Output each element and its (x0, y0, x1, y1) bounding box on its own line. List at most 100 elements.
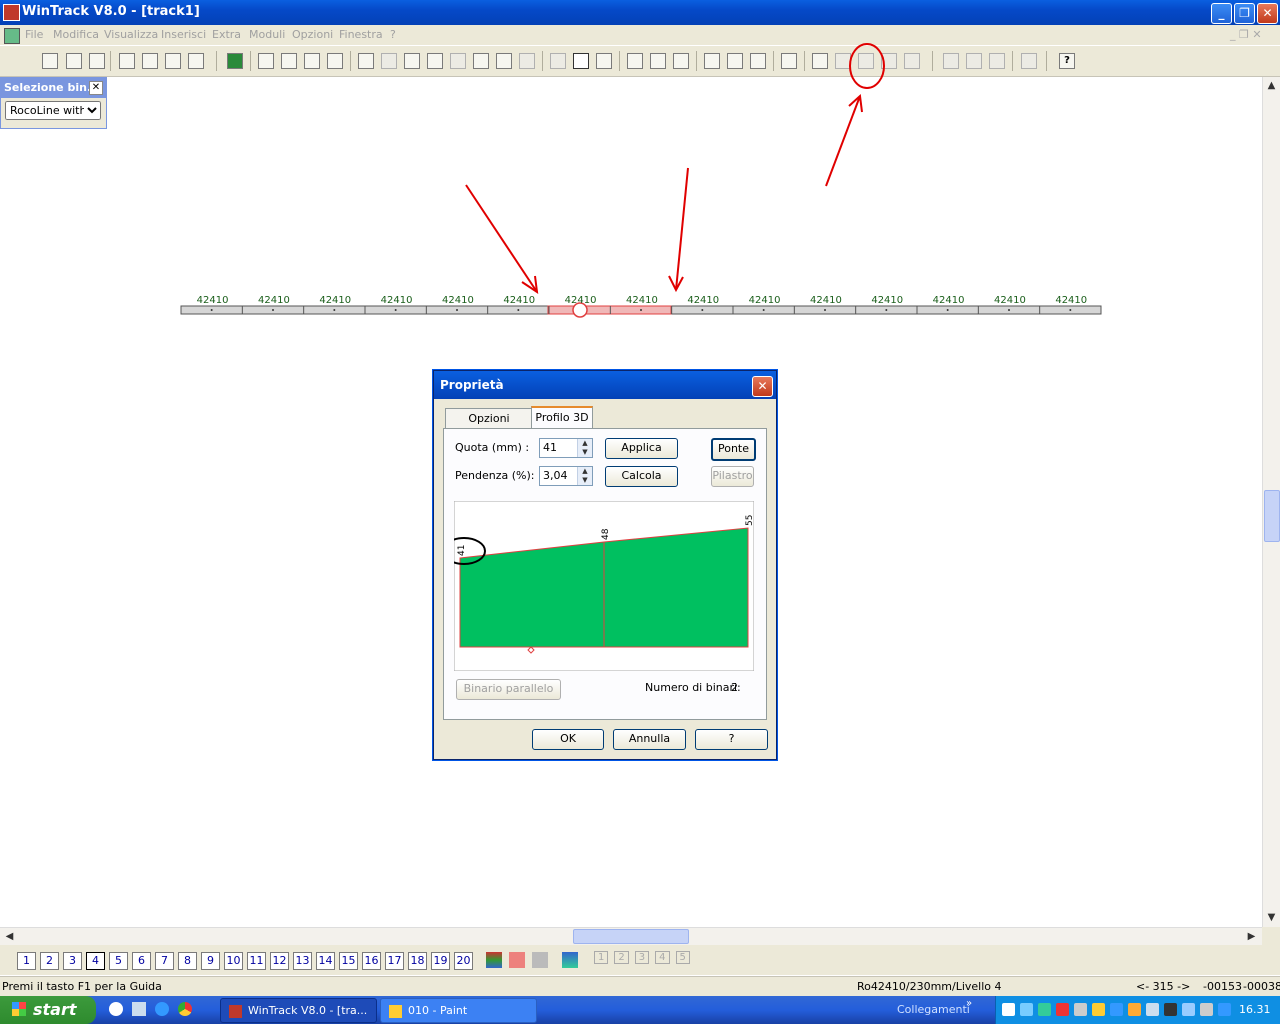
pendenza-spinner[interactable]: ▲ ▼ (577, 467, 592, 485)
tray-icon[interactable] (1182, 1003, 1195, 1016)
tray-icon[interactable] (1056, 1003, 1069, 1016)
properties-dialog: Proprietà ✕ Opzioni generali Profilo 3D … (433, 370, 777, 760)
links-chevron-icon[interactable]: » (966, 998, 972, 1009)
status-angle: <- 315 -> (1136, 980, 1191, 993)
level-button-1[interactable]: 1 (17, 952, 36, 970)
pilastro-button: Pilastro (711, 466, 754, 487)
track-segment-label: 42410 (810, 295, 842, 306)
ponte-button[interactable]: Ponte (711, 438, 756, 461)
horizontal-scroll-thumb[interactable] (573, 929, 689, 944)
tray-icon[interactable] (1200, 1003, 1213, 1016)
ok-button[interactable]: OK (532, 729, 604, 750)
selection-panel: Selezione bin... ✕ RocoLine witho (0, 77, 107, 129)
scroll-up-icon[interactable]: ▲ (1264, 78, 1279, 93)
quota-input[interactable]: 41 ▲ ▼ (539, 438, 593, 458)
track-center-dot (824, 309, 826, 311)
track-segment-label: 42410 (687, 295, 720, 306)
level-button-8[interactable]: 8 (178, 952, 197, 970)
track-segment-label: 42410 (380, 295, 413, 306)
system-tray: 16.31 (995, 996, 1280, 1024)
status-track-info: Ro42410/230mm/Livello 4 (857, 980, 1002, 993)
dialog-title-bar: Proprietà ✕ (434, 371, 776, 399)
scroll-left-icon[interactable]: ◀ (2, 929, 17, 944)
quicklaunch-ie-icon[interactable] (155, 1002, 169, 1016)
level-button-18[interactable]: 18 (408, 952, 427, 970)
tab-opzioni-generali[interactable]: Opzioni generali (445, 408, 533, 444)
level-button-15[interactable]: 15 (339, 952, 358, 970)
level-button-13[interactable]: 13 (293, 952, 312, 970)
level-button-11[interactable]: 11 (247, 952, 266, 970)
level-button-10[interactable]: 10 (224, 952, 243, 970)
numero-binari-label: Numero di binari: (645, 681, 741, 694)
close-icon[interactable]: ✕ (89, 81, 103, 95)
track-center-dot (517, 309, 520, 311)
clock: 16.31 (1239, 1003, 1271, 1016)
track-segment-label: 42410 (258, 295, 290, 306)
quicklaunch-chrome-icon[interactable] (178, 1002, 192, 1016)
task-wintrack[interactable]: WinTrack V8.0 - [tra... (220, 998, 377, 1023)
layer-remove-icon[interactable] (509, 952, 525, 968)
status-bar: Premi il tasto F1 per la Guida Ro42410/2… (0, 976, 1280, 997)
task-paint[interactable]: 010 - Paint (380, 998, 537, 1023)
layers-stack-icon[interactable] (562, 952, 578, 968)
track-segment-label: 42410 (932, 295, 965, 306)
pendenza-label: Pendenza (%): (455, 469, 535, 482)
scroll-right-icon[interactable]: ▶ (1244, 929, 1259, 944)
tray-icon[interactable] (1146, 1003, 1159, 1016)
help-button[interactable]: ? (695, 729, 768, 750)
paint-task-icon (389, 1004, 402, 1018)
annulla-button[interactable]: Annulla (613, 729, 686, 750)
links-toolbar[interactable]: Collegamenti (897, 1003, 970, 1016)
level-button-5[interactable]: 5 (109, 952, 128, 970)
tray-icon[interactable] (1038, 1003, 1051, 1016)
level-button-6[interactable]: 6 (132, 952, 151, 970)
quota-spinner[interactable]: ▲ ▼ (577, 439, 592, 457)
profile-graph: 41 48 55 (454, 501, 754, 671)
dialog-close-button[interactable]: ✕ (752, 376, 773, 397)
level-button-14[interactable]: 14 (316, 952, 335, 970)
track-segment-label: 42410 (1055, 295, 1088, 306)
quicklaunch-desktop-icon[interactable] (132, 1002, 146, 1016)
level-button-19[interactable]: 19 (431, 952, 450, 970)
tray-icon[interactable] (1092, 1003, 1105, 1016)
status-x: -00153 (1203, 980, 1242, 993)
track-segment-label: 42410 (626, 295, 658, 306)
profile-label-mid: 48 (601, 528, 611, 540)
track-center-dot (885, 309, 888, 311)
level-button-3[interactable]: 3 (63, 952, 82, 970)
level-button-17[interactable]: 17 (385, 952, 404, 970)
tray-icon[interactable] (1002, 1003, 1015, 1016)
disabled-page-buttons: 12345 (594, 951, 704, 968)
quota-label: Quota (mm) : (455, 441, 530, 454)
tray-icon[interactable] (1128, 1003, 1141, 1016)
level-button-7[interactable]: 7 (155, 952, 174, 970)
tray-icon[interactable] (1020, 1003, 1033, 1016)
pendenza-input[interactable]: 3,04 ▲ ▼ (539, 466, 593, 486)
horizontal-scrollbar[interactable]: ◀ ▶ (0, 927, 1262, 945)
vertical-scroll-thumb[interactable] (1264, 490, 1280, 542)
applica-button[interactable]: Applica (605, 438, 678, 459)
profile-label-start: 41 (457, 545, 467, 556)
tray-icon[interactable] (1074, 1003, 1087, 1016)
start-button[interactable]: start (0, 996, 96, 1024)
level-button-2[interactable]: 2 (40, 952, 59, 970)
track-segment-label: 42410 (871, 295, 904, 306)
level-button-20[interactable]: 20 (454, 952, 473, 970)
quicklaunch-media-icon[interactable] (109, 1002, 123, 1016)
track-library-select[interactable]: RocoLine witho (5, 101, 101, 120)
level-button-9[interactable]: 9 (201, 952, 220, 970)
level-button-4[interactable]: 4 (86, 952, 105, 970)
calcola-button[interactable]: Calcola (605, 466, 678, 487)
status-y: -00038 (1243, 980, 1280, 993)
scroll-down-icon[interactable]: ▼ (1264, 910, 1279, 925)
track-center-dot (640, 309, 642, 311)
layers-icon[interactable] (486, 952, 502, 968)
tray-icon[interactable] (1218, 1003, 1231, 1016)
tray-icon[interactable] (1110, 1003, 1123, 1016)
level-button-12[interactable]: 12 (270, 952, 289, 970)
selection-panel-header: Selezione bin... ✕ (1, 78, 106, 98)
tray-icon[interactable] (1164, 1003, 1177, 1016)
tab-profilo-3d[interactable]: Profilo 3D (531, 406, 593, 430)
level-button-16[interactable]: 16 (362, 952, 381, 970)
vertical-scrollbar[interactable]: ▲ ▼ (1262, 77, 1280, 927)
